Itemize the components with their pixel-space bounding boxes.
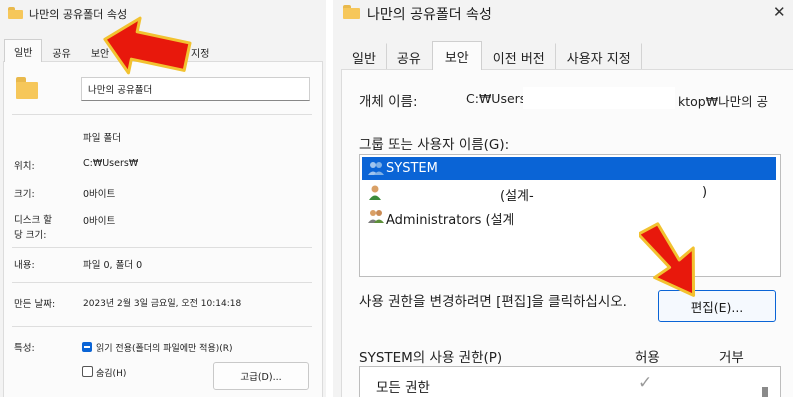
folder-name-input[interactable]: 나만의 공유폴더	[81, 77, 310, 101]
user-name: (설계-	[500, 189, 534, 204]
tab-sharing[interactable]: 공유	[385, 43, 432, 70]
advanced-button[interactable]: 고급(D)...	[213, 362, 309, 390]
readonly-label: 읽기 전용(폴더의 파일에만 적용)(R)	[96, 344, 233, 354]
location-value: C:₩Users₩	[83, 158, 139, 169]
allow-check-icon: ✓	[638, 373, 653, 393]
user-name: SYSTEM	[386, 161, 438, 176]
contents-value: 파일 0, 폴더 0	[83, 260, 143, 271]
tab-bar: 일반 공유 보안 사용자 지정	[4, 39, 219, 62]
tab-general[interactable]: 일반	[4, 39, 43, 62]
disk-size-label: 디스크 할 당 크기:	[14, 215, 52, 241]
folder-icon	[8, 7, 23, 19]
right-properties-dialog: 나만의 공유폴더 속성 ✕ 일반 공유 보안 이전 버전 사용자 지정 개체 이…	[333, 0, 793, 397]
contents-label: 내용:	[14, 260, 35, 271]
disk-size-value: 0바이트	[83, 216, 116, 227]
created-label: 만든 날짜:	[14, 299, 56, 310]
redaction	[383, 183, 497, 203]
object-name-value-end: ktop₩나만의 공	[678, 94, 769, 109]
image-separator	[326, 0, 333, 397]
user-name-end: )	[702, 185, 708, 200]
hidden-checkbox[interactable]	[82, 366, 93, 377]
scrollbar[interactable]	[762, 387, 768, 397]
hidden-label: 숨김(H)	[96, 369, 127, 379]
size-label: 크기:	[14, 189, 35, 200]
dialog-title: 나만의 공유폴더 속성	[29, 8, 128, 21]
divider	[12, 326, 312, 327]
divider	[12, 282, 312, 283]
type-value: 파일 폴더	[83, 133, 121, 144]
attributes-label: 특성:	[14, 343, 35, 354]
object-name-value: C:₩Users	[466, 91, 527, 106]
group-icon	[368, 210, 384, 223]
created-value: 2023년 2월 3일 금요일, 오전 10:14:18	[83, 299, 242, 309]
left-properties-dialog: 나만의 공유폴더 속성 일반 공유 보안 사용자 지정 나만의 공유폴더 파일 …	[0, 0, 326, 397]
redaction	[549, 183, 699, 203]
advanced-button-label: 고급(D)...	[240, 372, 282, 383]
folder-name-value: 나만의 공유폴더	[88, 85, 153, 96]
tab-bar: 일반 공유 보안 이전 버전 사용자 지정	[342, 41, 642, 70]
location-label: 위치:	[14, 161, 35, 172]
divider	[12, 114, 312, 115]
edit-button[interactable]: 편집(E)...	[658, 290, 776, 322]
large-folder-icon	[16, 77, 38, 99]
object-name-label: 개체 이름:	[359, 94, 418, 110]
permissions-header: SYSTEM의 사용 권한(P)	[359, 350, 503, 366]
divider	[12, 247, 312, 248]
redaction	[513, 207, 669, 227]
tab-customize[interactable]: 사용자 지정	[556, 43, 642, 70]
user-icon	[369, 185, 381, 200]
tab-security[interactable]: 보안	[81, 41, 119, 62]
groups-label: 그룹 또는 사용자 이름(G):	[359, 137, 510, 153]
tab-security[interactable]: 보안	[431, 41, 482, 70]
readonly-checkbox[interactable]	[82, 342, 92, 352]
tab-customize[interactable]: 사용자 지정	[119, 41, 219, 62]
dialog-title: 나만의 공유폴더 속성	[367, 7, 492, 23]
list-item[interactable]: SYSTEM	[362, 157, 776, 180]
change-permission-note: 사용 권한을 변경하려면 [편집]을 클릭하십시오.	[359, 294, 627, 310]
tab-previous-versions[interactable]: 이전 버전	[482, 43, 556, 70]
allow-header: 허용	[635, 350, 660, 366]
group-icon	[368, 162, 384, 175]
close-icon[interactable]: ✕	[773, 3, 786, 21]
permission-name: 모든 권한	[376, 380, 430, 396]
user-name: Administrators (설계	[386, 213, 515, 228]
redaction	[523, 87, 675, 109]
deny-header: 거부	[719, 350, 744, 366]
size-value: 0바이트	[83, 189, 116, 200]
folder-icon	[343, 5, 360, 19]
edit-button-label: 편집(E)...	[690, 299, 744, 315]
tab-sharing[interactable]: 공유	[42, 41, 80, 62]
permissions-list[interactable]: 모든 권한 ✓	[359, 366, 781, 397]
tab-general[interactable]: 일반	[342, 43, 386, 70]
